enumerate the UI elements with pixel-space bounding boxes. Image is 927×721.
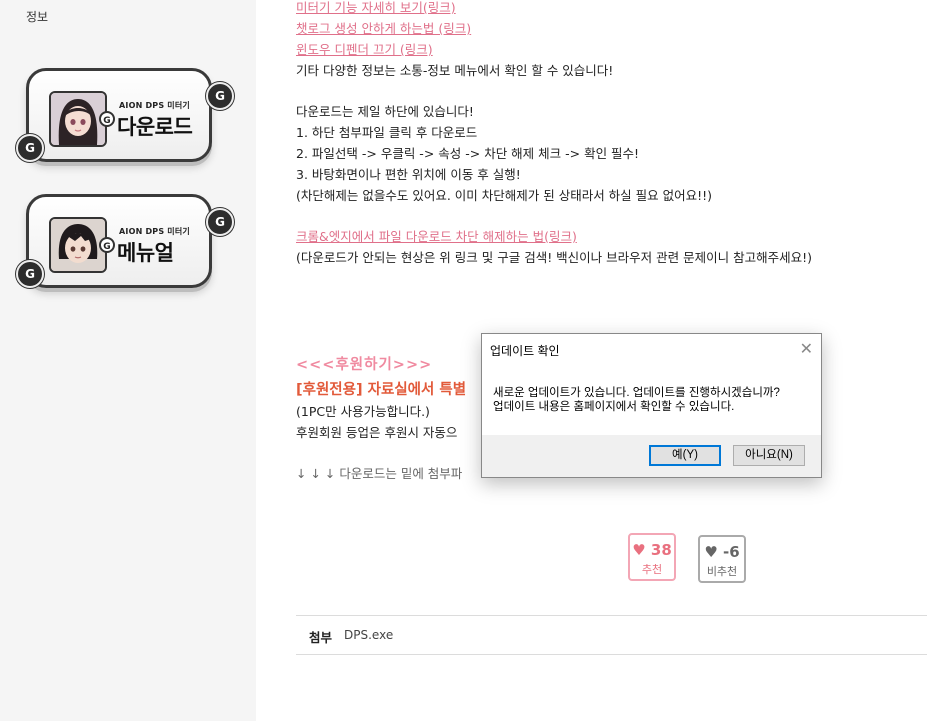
chrome-unblock-link[interactable]: 크롬&엣지에서 파일 다운로드 차단 해제하는 법(링크) bbox=[296, 226, 577, 245]
chatlog-link[interactable]: 챗로그 생성 안하게 하는법 (링크) bbox=[296, 18, 471, 37]
download-intro: 다운로드는 제일 하단에 있습니다! bbox=[296, 104, 474, 119]
attachment-file-link[interactable]: DPS.exe bbox=[344, 628, 393, 642]
heart-icon: ♥ bbox=[632, 541, 646, 559]
defender-link[interactable]: 윈도우 디펜더 끄기 (링크) bbox=[296, 39, 433, 58]
dialog-message: 새로운 업데이트가 있습니다. 업데이트를 진행하시겠습니까? 업데이트 내용은… bbox=[493, 386, 780, 414]
download-below-text: ↓ ↓ ↓ 다운로드는 밑에 첨부파 bbox=[296, 466, 463, 481]
coin-icon: G bbox=[16, 260, 44, 288]
info-text: 기타 다양한 정보는 소통-정보 메뉴에서 확인 할 수 있습니다! bbox=[296, 63, 614, 78]
banner-label: 다운로드 bbox=[117, 115, 193, 139]
downvote-label: 비추천 bbox=[706, 565, 738, 578]
coin-icon: G bbox=[99, 111, 115, 127]
yes-button[interactable]: 예(Y) bbox=[649, 445, 721, 466]
sidebar: 정보 AION DPS 미터기 다운로드 G G G AION DPS 미터기 … bbox=[0, 0, 256, 721]
downvote-count: ♥ -6 bbox=[704, 543, 740, 561]
close-icon[interactable]: ✕ bbox=[800, 339, 813, 359]
attachment-label: 첨부 bbox=[309, 630, 333, 645]
step-3: 3. 바탕화면이나 편한 위치에 이동 후 실행! bbox=[296, 167, 521, 182]
download-issue-note: (다운로드가 안되는 현상은 위 링크 및 구글 검색! 백신이나 브라우저 관… bbox=[296, 250, 812, 265]
sponsor-member-note: 후원회원 등업은 후원시 자동으 bbox=[296, 425, 458, 440]
sidebar-title: 정보 bbox=[26, 10, 49, 24]
downvote-button[interactable]: ♥ -6 비추천 bbox=[698, 535, 746, 583]
divider bbox=[296, 654, 927, 655]
banner-subtitle: AION DPS 미터기 bbox=[119, 101, 190, 110]
divider bbox=[296, 615, 927, 616]
sponsor-heading: [후원전용] 자료실에서 특별 bbox=[296, 382, 467, 398]
upvote-label: 추천 bbox=[641, 563, 663, 576]
upvote-count: ♥ 38 bbox=[632, 541, 672, 559]
coin-icon: G bbox=[99, 237, 115, 253]
boy-portrait-icon bbox=[51, 219, 105, 271]
sponsor-pc-note: (1PC만 사용가능합니다.) bbox=[296, 404, 430, 419]
heart-icon: ♥ bbox=[704, 543, 718, 561]
dialog-title: 업데이트 확인 bbox=[490, 344, 560, 358]
manual-banner[interactable]: AION DPS 미터기 메뉴얼 G bbox=[26, 194, 212, 288]
no-button[interactable]: 아니요(N) bbox=[733, 445, 805, 466]
dialog-footer: 예(Y) 아니요(N) bbox=[482, 435, 821, 477]
download-banner[interactable]: AION DPS 미터기 다운로드 G bbox=[26, 68, 212, 162]
coin-icon: G bbox=[206, 208, 234, 236]
banner-subtitle: AION DPS 미터기 bbox=[119, 227, 190, 236]
girl-portrait-icon bbox=[51, 93, 105, 145]
step-1: 1. 하단 첨부파일 클릭 후 다운로드 bbox=[296, 125, 478, 140]
unblock-note: (차단해제는 없을수도 있어요. 이미 차단해제가 된 상태라서 하실 필요 없… bbox=[296, 188, 713, 203]
meter-feature-link[interactable]: 미터기 기능 자세히 보기(링크) bbox=[296, 0, 456, 16]
sponsor-title: <<<후원하기>>> bbox=[296, 357, 433, 373]
banner-label: 메뉴얼 bbox=[117, 241, 174, 265]
dialog-message-line: 새로운 업데이트가 있습니다. 업데이트를 진행하시겠습니까? bbox=[493, 387, 780, 399]
step-2: 2. 파일선택 -> 우클릭 -> 속성 -> 차단 해제 체크 -> 확인 필… bbox=[296, 146, 640, 161]
coin-icon: G bbox=[206, 82, 234, 110]
upvote-button[interactable]: ♥ 38 추천 bbox=[628, 533, 676, 581]
dialog-message-line: 업데이트 내용은 홈페이지에서 확인할 수 있습니다. bbox=[493, 401, 735, 413]
update-dialog: 업데이트 확인 ✕ 새로운 업데이트가 있습니다. 업데이트를 진행하시겠습니까… bbox=[481, 333, 822, 478]
coin-icon: G bbox=[16, 134, 44, 162]
